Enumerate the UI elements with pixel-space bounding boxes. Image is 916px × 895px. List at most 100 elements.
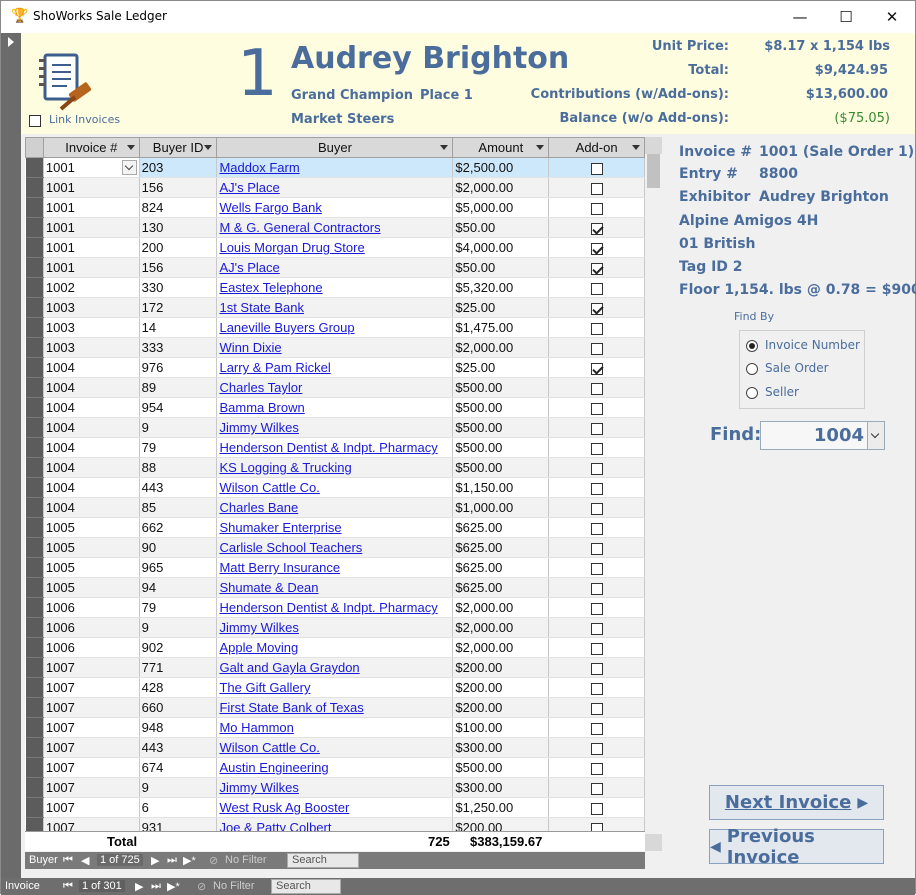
buyer-filter-toggle[interactable]: No Filter [225,854,267,866]
addon-checkbox[interactable] [590,282,603,295]
buyer-id-cell[interactable]: 660 [139,697,218,718]
row-selector[interactable] [25,677,44,698]
table-row[interactable]: 1007 443 Wilson Cattle Co. $300.00 [25,737,645,758]
buyer-id-cell[interactable]: 79 [139,437,218,458]
addon-checkbox[interactable] [590,482,603,495]
invoice-cell[interactable]: 1007 [43,717,140,738]
row-selector[interactable] [25,577,44,598]
amount-cell[interactable]: $50.00 [452,257,550,278]
amount-cell[interactable]: $25.00 [452,357,550,378]
addon-checkbox[interactable] [590,682,603,695]
buyer-link[interactable]: Carlisle School Teachers [219,540,362,555]
row-selector[interactable] [25,657,44,678]
amount-cell[interactable]: $2,000.00 [452,177,550,198]
table-row[interactable]: 1005 662 Shumaker Enterprise $625.00 [25,517,645,538]
invoice-combo-dropdown[interactable] [121,160,137,175]
next-record-button[interactable]: ▶ [151,854,159,867]
amount-cell[interactable]: $200.00 [452,697,550,718]
buyer-link[interactable]: Bamma Brown [219,400,304,415]
addon-checkbox[interactable] [590,522,603,535]
amount-cell[interactable]: $2,000.00 [452,617,550,638]
row-selector[interactable] [25,717,44,738]
amount-cell[interactable]: $1,000.00 [452,497,550,518]
row-selector[interactable] [25,517,44,538]
buyer-id-cell[interactable]: 9 [139,617,218,638]
chevron-down-icon[interactable] [867,422,884,449]
buyer-id-cell[interactable]: 428 [139,677,218,698]
amount-cell[interactable]: $500.00 [452,397,550,418]
prev-record-button[interactable]: ◀ [81,854,89,867]
buyer-link[interactable]: KS Logging & Trucking [219,460,351,475]
amount-cell[interactable]: $1,475.00 [452,317,550,338]
buyer-link[interactable]: Wilson Cattle Co. [219,740,319,755]
buyer-id-cell[interactable]: 9 [139,417,218,438]
table-row[interactable]: 1006 9 Jimmy Wilkes $2,000.00 [25,617,645,638]
table-row[interactable]: 1002 330 Eastex Telephone $5,320.00 [25,277,645,298]
buyer-link[interactable]: Wilson Cattle Co. [219,480,319,495]
invoice-cell[interactable]: 1005 [43,537,140,558]
table-row[interactable]: 1003 333 Winn Dixie $2,000.00 [25,337,645,358]
amount-cell[interactable]: $1,150.00 [452,477,550,498]
invoice-cell[interactable]: 1004 [43,357,140,378]
table-row[interactable]: 1003 172 1st State Bank $25.00 [25,297,645,318]
amount-cell[interactable]: $100.00 [452,717,550,738]
datasheet-scrollbar[interactable] [645,137,662,851]
table-row[interactable]: 1007 948 Mo Hammon $100.00 [25,717,645,738]
addon-checkbox[interactable] [590,302,603,315]
table-row[interactable]: 1001 200 Louis Morgan Drug Store $4,000.00 [25,237,645,258]
invoice-cell[interactable]: 1004 [43,497,140,518]
buyer-id-cell[interactable]: 443 [139,737,218,758]
last-record-button[interactable]: ⏭ [167,854,177,867]
next-invoice-button[interactable]: Next Invoice ▶ [709,785,884,820]
maximize-button[interactable]: ☐ [823,1,869,33]
addon-checkbox[interactable] [590,322,603,335]
buyer-search-box[interactable]: Search [287,853,359,868]
invoice-cell[interactable]: 1007 [43,737,140,758]
buyer-link[interactable]: West Rusk Ag Booster [219,800,349,815]
row-selector[interactable] [25,797,44,818]
addon-checkbox[interactable] [590,622,603,635]
amount-cell[interactable]: $50.00 [452,217,550,238]
buyer-link[interactable]: AJ's Place [219,260,279,275]
invoice-cell[interactable]: 1007 [43,657,140,678]
buyer-link[interactable]: Mo Hammon [219,720,293,735]
addon-checkbox[interactable] [590,262,603,275]
table-row[interactable]: 1001 156 AJ's Place $2,000.00 [25,177,645,198]
invoice-cell[interactable]: 1007 [43,677,140,698]
addon-checkbox[interactable] [590,722,603,735]
table-row[interactable]: 1007 428 The Gift Gallery $200.00 [25,677,645,698]
filter-dropdown-icon[interactable] [204,145,213,150]
table-row[interactable]: 1004 79 Henderson Dentist & Indpt. Pharmac… [25,437,645,458]
amount-cell[interactable]: $300.00 [452,777,550,798]
invoice-cell[interactable]: 1007 [43,797,140,818]
scroll-up-button[interactable] [645,137,662,154]
row-selector[interactable] [25,297,44,318]
new-invoice-button[interactable]: ▶* [167,880,180,893]
buyer-link[interactable]: Winn Dixie [219,340,281,355]
buyer-id-cell[interactable]: 130 [139,217,218,238]
amount-cell[interactable]: $2,000.00 [452,337,550,358]
buyer-link[interactable]: Jimmy Wilkes [219,420,298,435]
amount-cell[interactable]: $500.00 [452,417,550,438]
record-selector-bar[interactable] [1,33,21,878]
table-row[interactable]: 1007 9 Jimmy Wilkes $300.00 [25,777,645,798]
table-row[interactable]: 1003 14 Laneville Buyers Group $1,475.00 [25,317,645,338]
amount-cell[interactable]: $1,250.00 [452,797,550,818]
buyer-id-cell[interactable]: 94 [139,577,218,598]
amount-cell[interactable]: $2,000.00 [452,637,550,658]
buyer-link[interactable]: Jimmy Wilkes [219,780,298,795]
addon-checkbox[interactable] [590,642,603,655]
buyer-link[interactable]: Wells Fargo Bank [219,200,321,215]
scroll-down-button[interactable] [645,834,662,851]
row-selector[interactable] [25,417,44,438]
filter-dropdown-icon[interactable] [632,145,640,150]
table-row[interactable]: 1007 660 First State Bank of Texas $200.00 [25,697,645,718]
buyer-id-cell[interactable]: 200 [139,237,218,258]
buyer-link[interactable]: The Gift Gallery [219,680,310,695]
addon-checkbox[interactable] [590,202,603,215]
buyer-link[interactable]: Maddox Farm [219,160,299,175]
amount-cell[interactable]: $625.00 [452,537,550,558]
first-invoice-button[interactable]: ⏮ [63,880,73,893]
addon-checkbox[interactable] [590,742,603,755]
row-selector[interactable] [25,197,44,218]
